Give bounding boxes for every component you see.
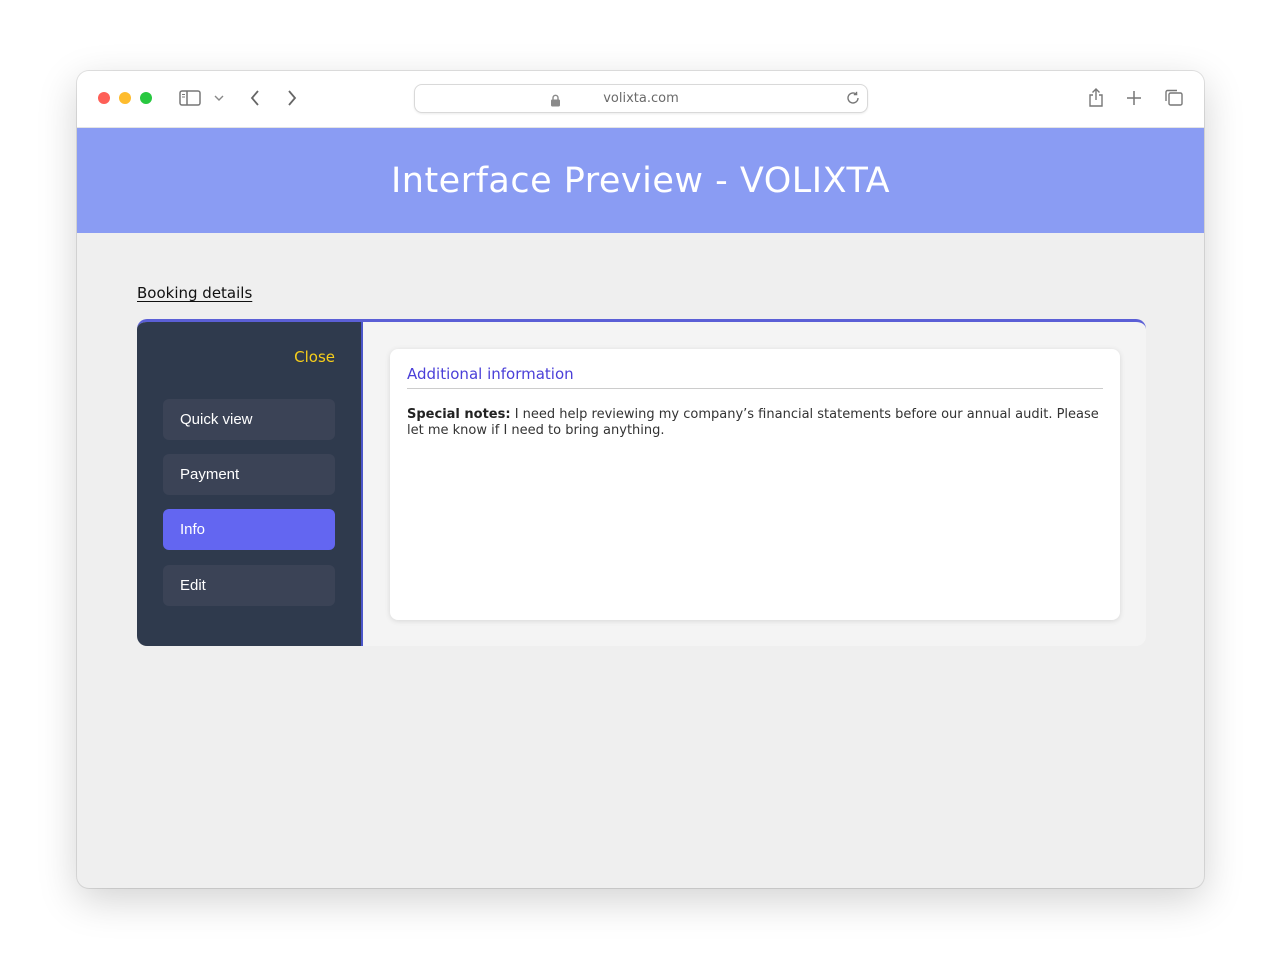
back-icon[interactable] xyxy=(245,87,265,109)
sidebar: Close Quick view Payment Info Edit xyxy=(137,322,363,646)
reload-icon[interactable] xyxy=(845,90,861,110)
special-notes-text: I need help reviewing my company’s finan… xyxy=(407,407,1099,438)
forward-icon[interactable] xyxy=(282,87,302,109)
browser-window: volixta.com Interface Preview - VOLIXTA … xyxy=(77,71,1204,888)
sidebar-icon[interactable] xyxy=(178,87,202,109)
minimize-window-button[interactable] xyxy=(119,92,131,104)
sidebar-item-edit[interactable]: Edit xyxy=(163,565,335,606)
special-notes: Special notes: I need help reviewing my … xyxy=(407,407,1103,439)
chevron-down-icon[interactable] xyxy=(212,87,226,109)
address-bar[interactable]: volixta.com xyxy=(414,84,868,113)
booking-panel: Close Quick view Payment Info Edit Addit… xyxy=(137,319,1146,646)
maximize-window-button[interactable] xyxy=(140,92,152,104)
sidebar-item-payment[interactable]: Payment xyxy=(163,454,335,495)
page-title: Interface Preview - VOLIXTA xyxy=(390,160,891,201)
sidebar-item-quick-view[interactable]: Quick view xyxy=(163,399,335,440)
header-banner: Interface Preview - VOLIXTA xyxy=(77,128,1204,233)
new-tab-icon[interactable] xyxy=(1124,87,1144,109)
section-title: Additional information xyxy=(407,365,1103,389)
url-text: volixta.com xyxy=(603,91,679,106)
browser-toolbar: volixta.com xyxy=(77,71,1204,128)
share-icon[interactable] xyxy=(1086,87,1106,109)
close-window-button[interactable] xyxy=(98,92,110,104)
info-card: Additional information Special notes: I … xyxy=(390,349,1120,620)
special-notes-label: Special notes: xyxy=(407,407,511,422)
tabs-overview-icon[interactable] xyxy=(1163,87,1185,109)
close-button[interactable]: Close xyxy=(294,348,335,366)
sidebar-item-info[interactable]: Info xyxy=(163,509,335,550)
booking-details-link[interactable]: Booking details xyxy=(137,284,252,302)
